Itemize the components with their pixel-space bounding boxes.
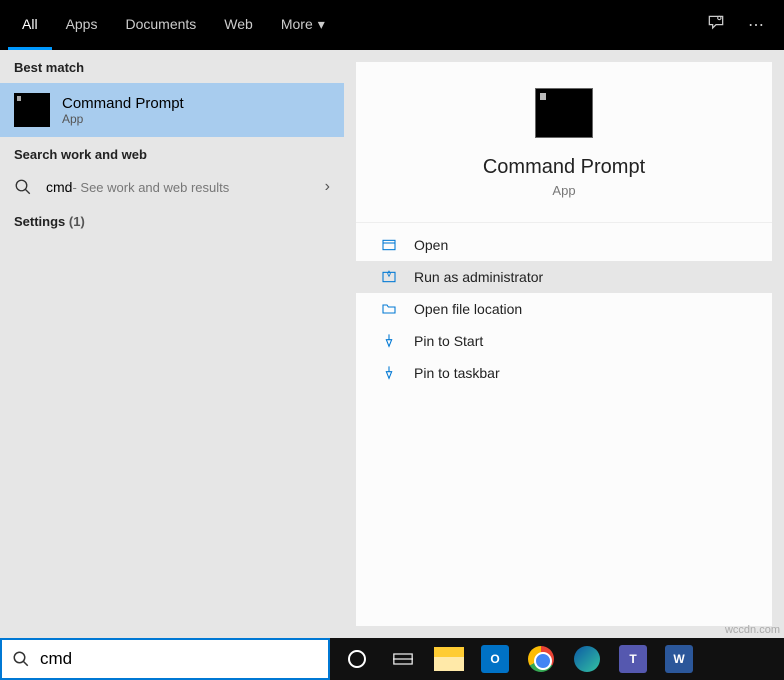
taskbar-app-chrome[interactable] — [520, 642, 562, 676]
feedback-icon[interactable] — [696, 13, 736, 38]
preview-panel: Command Prompt App Open Run as administr… — [356, 62, 772, 626]
preview-actions: Open Run as administrator Open file loca… — [356, 223, 772, 395]
taskbar: O T W — [330, 638, 784, 680]
pin-start-icon — [380, 333, 398, 349]
action-open[interactable]: Open — [356, 229, 772, 261]
cortana-icon — [348, 650, 366, 668]
best-match-heading: Best match — [0, 50, 344, 83]
filter-tab-apps[interactable]: Apps — [52, 0, 112, 50]
cortana-button[interactable] — [336, 642, 378, 676]
settings-label: Settings — [14, 214, 69, 229]
taskbar-app-outlook[interactable]: O — [474, 642, 516, 676]
filter-tab-more[interactable]: More ▾ — [267, 0, 339, 50]
preview-title: Command Prompt — [356, 156, 772, 179]
filter-more-label: More — [281, 16, 313, 32]
search-input-icon — [12, 650, 30, 668]
open-icon — [380, 237, 398, 253]
search-input[interactable] — [40, 649, 318, 669]
filter-tab-web[interactable]: Web — [210, 0, 267, 50]
word-icon: W — [665, 645, 693, 673]
filter-tab-all[interactable]: All — [8, 0, 52, 50]
results-panel: Best match Command Prompt App Search wor… — [0, 50, 344, 638]
chevron-right-icon: › — [325, 178, 330, 196]
preview-app-icon — [535, 88, 593, 138]
more-options-icon[interactable]: ⋯ — [736, 15, 776, 35]
preview-subtitle: App — [356, 183, 772, 198]
task-view-icon — [393, 651, 413, 667]
filter-apps-label: Apps — [66, 16, 98, 32]
action-pin-taskbar-label: Pin to taskbar — [414, 365, 500, 381]
action-open-location[interactable]: Open file location — [356, 293, 772, 325]
search-filter-bar: All Apps Documents Web More ▾ ⋯ — [0, 0, 784, 50]
settings-count: (1) — [69, 214, 85, 229]
filter-all-label: All — [22, 16, 38, 32]
watermark: wccdn.com — [725, 624, 780, 636]
admin-icon — [380, 269, 398, 285]
best-match-title: Command Prompt — [62, 95, 184, 112]
chevron-down-icon: ▾ — [318, 16, 325, 33]
web-search-result[interactable]: cmd - See work and web results › — [0, 170, 344, 204]
filter-tab-documents[interactable]: Documents — [111, 0, 210, 50]
action-pin-start[interactable]: Pin to Start — [356, 325, 772, 357]
action-pin-taskbar[interactable]: Pin to taskbar — [356, 357, 772, 389]
task-view-button[interactable] — [382, 642, 424, 676]
outlook-icon: O — [481, 645, 509, 673]
web-hint-text: - See work and web results — [72, 180, 229, 195]
filter-web-label: Web — [224, 16, 253, 32]
folder-icon — [380, 301, 398, 317]
search-main: Best match Command Prompt App Search wor… — [0, 50, 784, 638]
action-pin-start-label: Pin to Start — [414, 333, 483, 349]
settings-heading[interactable]: Settings (1) — [0, 204, 344, 237]
taskbar-app-edge[interactable] — [566, 642, 608, 676]
filter-documents-label: Documents — [125, 16, 196, 32]
best-match-subtitle: App — [62, 112, 184, 126]
pin-taskbar-icon — [380, 365, 398, 381]
edge-icon — [574, 646, 600, 672]
search-web-heading: Search work and web — [0, 137, 344, 170]
preview-header: Command Prompt App — [356, 62, 772, 223]
command-prompt-icon — [14, 93, 50, 127]
action-run-admin-label: Run as administrator — [414, 269, 543, 285]
taskbar-app-explorer[interactable] — [428, 642, 470, 676]
best-match-result[interactable]: Command Prompt App — [0, 83, 344, 137]
bottom-bar: O T W — [0, 638, 784, 680]
taskbar-app-word[interactable]: W — [658, 642, 700, 676]
action-run-admin[interactable]: Run as administrator — [356, 261, 772, 293]
web-query-text: cmd — [46, 179, 72, 195]
file-explorer-icon — [434, 647, 464, 671]
action-open-label: Open — [414, 237, 448, 253]
teams-icon: T — [619, 645, 647, 673]
taskbar-search-box[interactable] — [0, 638, 330, 680]
action-open-location-label: Open file location — [414, 301, 522, 317]
search-icon — [14, 178, 32, 196]
taskbar-app-teams[interactable]: T — [612, 642, 654, 676]
chrome-icon — [528, 646, 554, 672]
